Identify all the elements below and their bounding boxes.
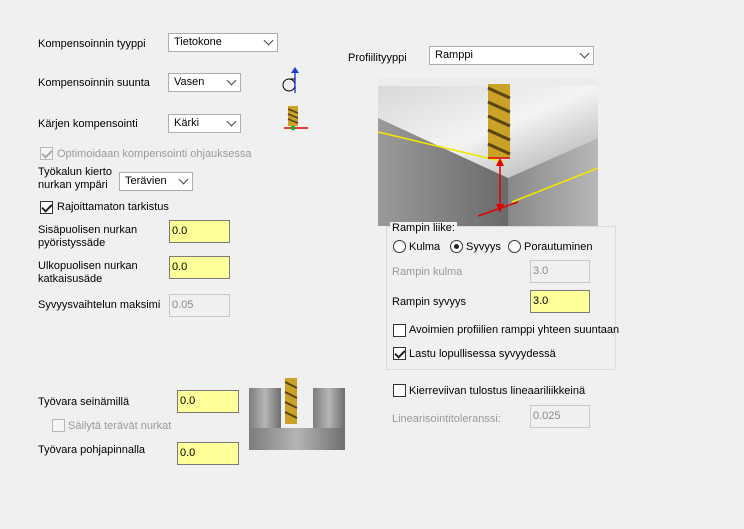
tip-comp-label: Kärjen kompensointi xyxy=(38,118,138,130)
ramp-depth-radio[interactable] xyxy=(450,240,463,253)
profile-type-value: Ramppi xyxy=(435,49,473,61)
floor-stock-label: Työvara pohjapinnalla xyxy=(38,444,146,456)
corner-tool-value: Terävien xyxy=(125,175,167,187)
inner-corner-radius-input[interactable]: 0.0 xyxy=(169,220,230,243)
optimize-comp-checkbox[interactable] xyxy=(40,147,53,160)
open-profiles-one-way-label: Avoimien profiilien ramppi yhteen suunta… xyxy=(409,324,620,336)
max-depth-variation-label: Syvyysvaihtelun maksimi xyxy=(38,299,161,311)
wall-stock-input[interactable]: 0.0 xyxy=(177,390,239,413)
infinite-check-checkbox[interactable] xyxy=(40,201,53,214)
wall-stock-label: Työvara seinämillä xyxy=(38,396,130,408)
comp-type-value: Tietokone xyxy=(174,36,222,48)
corner-tool-label-1: Työkalun kierto xyxy=(38,166,112,178)
chevron-down-icon xyxy=(226,75,237,86)
infinite-check-label: Rajoittamaton tarkistus xyxy=(57,201,169,213)
optimize-comp-label: Optimoidaan kompensointi ohjauksessa xyxy=(57,148,252,160)
linearize-helix-checkbox[interactable] xyxy=(393,384,406,397)
tip-comp-value: Kärki xyxy=(174,117,200,129)
open-profiles-one-way-checkbox[interactable] xyxy=(393,324,406,337)
chevron-down-icon xyxy=(178,174,189,185)
plunge-radio-label: Porautuminen xyxy=(524,241,593,253)
corner-tool-label-2: nurkan ympäri xyxy=(38,179,108,191)
ramp-depth-input[interactable]: 3.0 xyxy=(530,290,590,313)
left-compensation-icon xyxy=(282,67,299,93)
linearize-helix-label: Kierreviivan tulostus lineaariliikkeinä xyxy=(409,385,586,397)
plunge-radio[interactable] xyxy=(508,240,521,253)
chevron-down-icon xyxy=(226,116,237,127)
ramp-angle-label: Rampin kulma xyxy=(392,266,463,278)
ramp-preview-image xyxy=(378,78,598,226)
profile-type-select[interactable]: Ramppi xyxy=(429,46,594,65)
profile-type-label: Profiilityyppi xyxy=(348,52,407,64)
final-depth-pass-checkbox[interactable] xyxy=(393,347,406,360)
ramp-angle-radio[interactable] xyxy=(393,240,406,253)
outer-corner-break-label-2: katkaisusäde xyxy=(38,273,103,285)
chevron-down-icon xyxy=(263,35,274,46)
tip-comp-select[interactable]: Kärki xyxy=(168,114,241,133)
corner-tool-select[interactable]: Terävien xyxy=(119,172,193,191)
ramp-depth-radio-label: Syvyys xyxy=(466,241,501,253)
inner-corner-radius-label-1: Sisäpuolisen nurkan xyxy=(38,224,138,236)
stock-diagram-image xyxy=(249,378,345,450)
max-depth-variation-input[interactable]: 0.05 xyxy=(169,294,230,317)
comp-direction-value: Vasen xyxy=(174,76,205,88)
comp-type-select[interactable]: Tietokone xyxy=(168,33,278,52)
outer-corner-break-input[interactable]: 0.0 xyxy=(169,256,230,279)
inner-corner-radius-label-2: pyöristyssäde xyxy=(38,237,106,249)
linearize-tolerance-input[interactable]: 0.025 xyxy=(530,405,590,428)
ramp-motion-title: Rampin liike: xyxy=(390,222,457,235)
tip-compensation-icon xyxy=(284,106,308,131)
final-depth-pass-label: Lastu lopullisessa syvyydessä xyxy=(409,348,556,360)
floor-stock-input[interactable]: 0.0 xyxy=(177,442,239,465)
outer-corner-break-label-1: Ulkopuolisen nurkan xyxy=(38,260,138,272)
keep-sharp-corners-label: Säilytä terävät nurkat xyxy=(68,420,172,432)
ramp-angle-radio-label: Kulma xyxy=(409,241,441,253)
comp-type-label: Kompensoinnin tyyppi xyxy=(38,38,146,50)
linearize-tolerance-label: Linearisointitoleranssi: xyxy=(392,413,501,425)
comp-direction-label: Kompensoinnin suunta xyxy=(38,77,150,89)
ramp-angle-input[interactable]: 3.0 xyxy=(530,260,590,283)
chevron-down-icon xyxy=(579,48,590,59)
comp-direction-select[interactable]: Vasen xyxy=(168,73,241,92)
ramp-depth-label: Rampin syvyys xyxy=(392,296,466,308)
keep-sharp-corners-checkbox[interactable] xyxy=(52,419,65,432)
